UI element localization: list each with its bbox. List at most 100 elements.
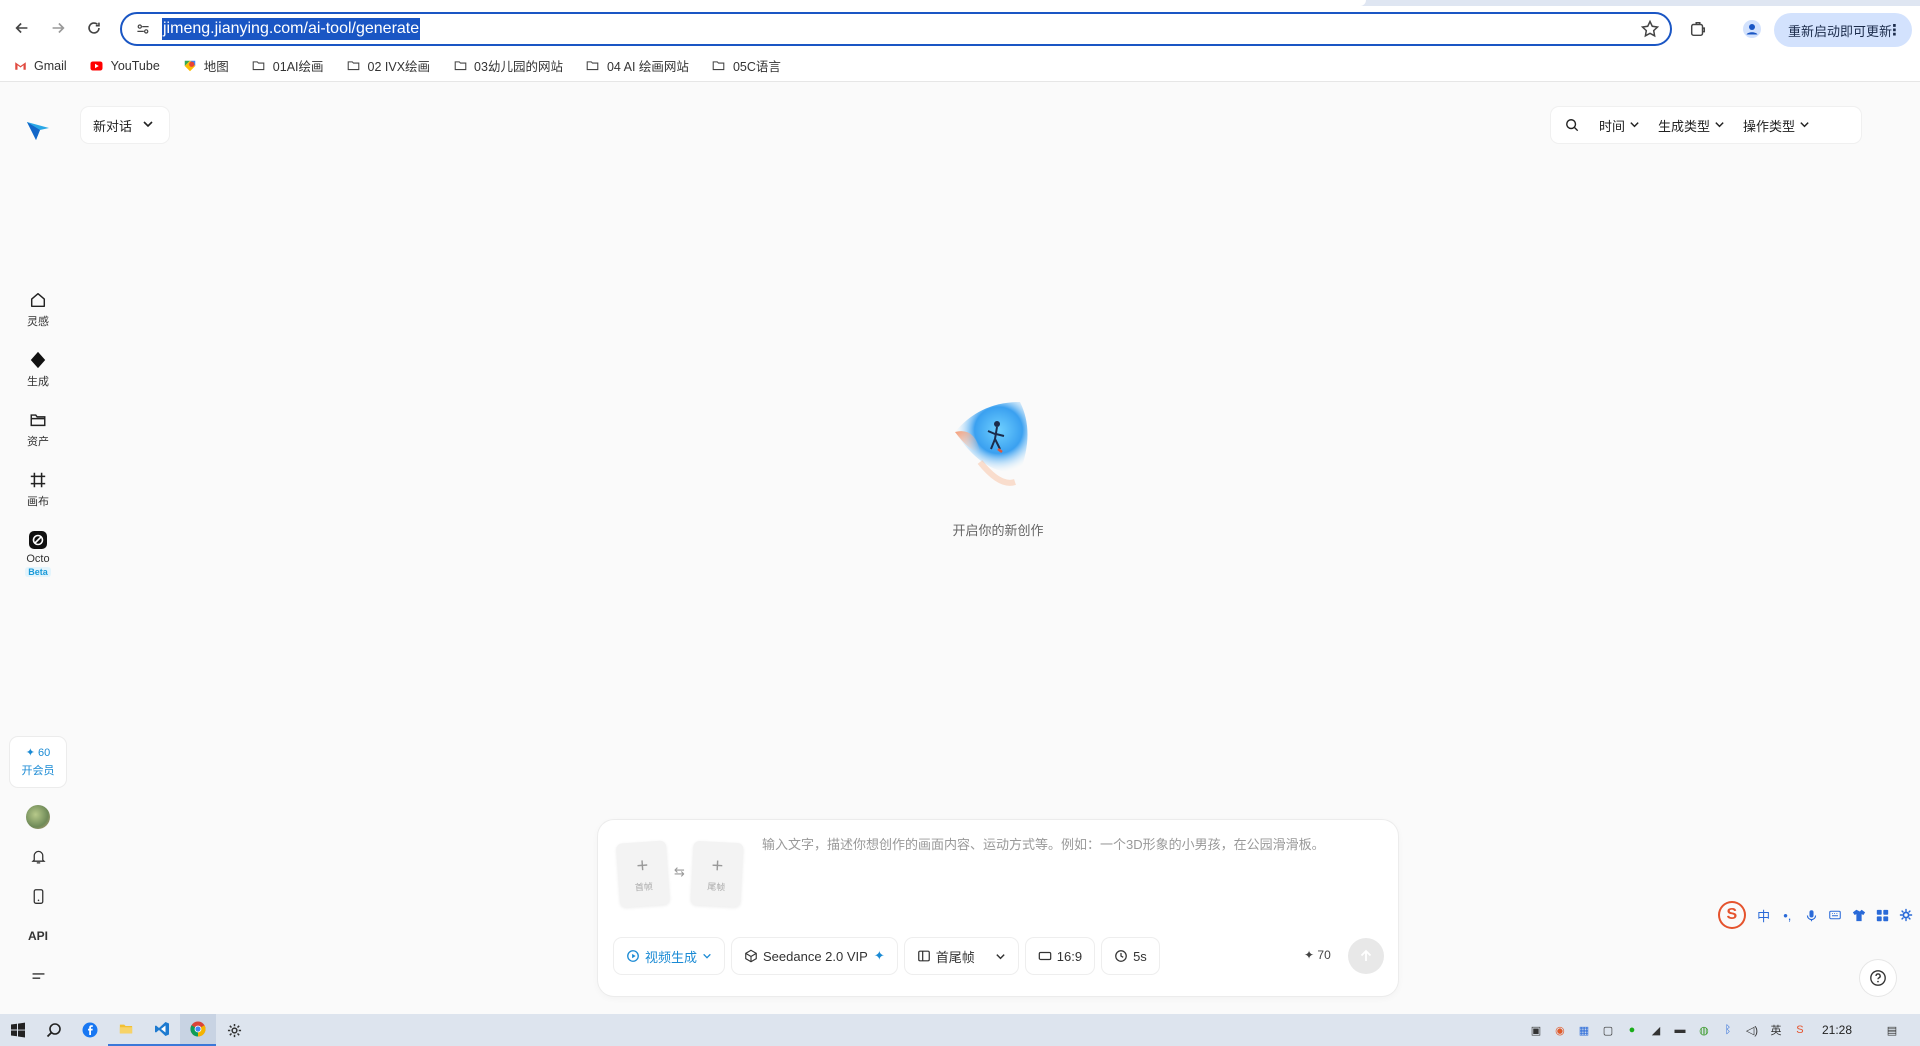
site-info-icon[interactable]: [128, 14, 158, 44]
last-frame-label: 尾帧: [707, 881, 726, 892]
filter-time[interactable]: 时间: [1599, 116, 1640, 135]
send-button[interactable]: [1348, 938, 1384, 974]
first-frame-upload[interactable]: + 首帧: [615, 840, 671, 908]
wechat-icon[interactable]: ●: [1620, 1014, 1644, 1046]
bookmark-label: 地图: [203, 60, 229, 74]
hero-caption: 开启你的新创作: [952, 523, 1044, 538]
bookmark-folder-05[interactable]: 05C语言: [711, 56, 781, 75]
chevron-down-icon: [995, 951, 1006, 962]
facebook-app-icon[interactable]: [72, 1014, 108, 1046]
api-link[interactable]: API: [26, 924, 50, 948]
folder-icon: [452, 58, 468, 74]
bookmark-label: YouTube: [110, 58, 160, 73]
volume-icon[interactable]: ◁): [1740, 1014, 1764, 1046]
back-arrow-icon: [15, 22, 28, 34]
tray-app-icon[interactable]: ▣: [1524, 1014, 1548, 1046]
vscode-icon[interactable]: [144, 1014, 180, 1046]
bookmark-label: 03幼儿园的网站: [474, 60, 563, 74]
network-icon[interactable]: ◢: [1644, 1014, 1668, 1046]
bookmark-maps[interactable]: 地图: [182, 56, 229, 75]
toolbox-icon[interactable]: [1872, 905, 1892, 925]
ratio-label: 16:9: [1056, 948, 1083, 964]
bookmark-folder-03[interactable]: 03幼儿园的网站: [452, 56, 563, 75]
tray-display-icon[interactable]: ▢: [1596, 1014, 1620, 1046]
menu-icon[interactable]: [26, 964, 50, 988]
mode-dropdown[interactable]: 视频生成: [614, 938, 725, 974]
credit-cost: ✦ 70: [1304, 948, 1331, 962]
sidebar-item-canvas[interactable]: 画布: [14, 462, 62, 522]
restart-update-button[interactable]: 重新启动即可更新 ⋮: [1774, 13, 1912, 47]
sidebar-item-generate[interactable]: 生成: [14, 342, 62, 402]
battery-icon[interactable]: ▬: [1668, 1014, 1692, 1046]
file-explorer-icon[interactable]: [108, 1014, 144, 1046]
help-button[interactable]: [1860, 960, 1896, 996]
bookmark-label: 04 AI 绘画网站: [606, 60, 689, 74]
plus-icon: +: [635, 854, 650, 877]
settings-gear-icon[interactable]: [216, 1014, 252, 1046]
bluetooth-icon[interactable]: ᛒ: [1716, 1014, 1740, 1046]
sidebar-item-octo[interactable]: Octo Beta: [14, 522, 62, 588]
frame-mode-dropdown[interactable]: 首尾帧: [904, 938, 1018, 974]
folder-icon: [251, 58, 267, 74]
avatar[interactable]: [26, 805, 50, 829]
duration-button[interactable]: 5s: [1102, 938, 1159, 974]
filter-generation-type[interactable]: 生成类型: [1658, 116, 1725, 135]
sogou-tray-icon[interactable]: S: [1788, 1014, 1812, 1046]
model-selector[interactable]: Seedance 2.0 VIP ✦: [732, 938, 897, 974]
bookmark-folder-01[interactable]: 01AI绘画: [251, 56, 324, 75]
youtube-icon: [89, 58, 105, 74]
address-bar[interactable]: jimeng.jianying.com/ai-tool/generate: [120, 12, 1672, 46]
back-button[interactable]: [4, 10, 40, 46]
bookmark-gmail[interactable]: Gmail: [12, 58, 67, 74]
prompt-composer: + 首帧 ⇆ + 尾帧 输入文字，描述你想创作的画面内容、运动方式等。例如：一个…: [598, 820, 1398, 996]
search-taskbar-icon[interactable]: [36, 1014, 72, 1046]
arrow-up-icon: [1360, 949, 1372, 961]
chrome-icon[interactable]: [180, 1014, 216, 1046]
notification-icon[interactable]: ▤: [1880, 1014, 1904, 1046]
reload-button[interactable]: [76, 10, 112, 46]
skin-icon[interactable]: [1849, 905, 1869, 925]
chevron-down-icon: [1629, 118, 1640, 133]
bookmark-folder-02[interactable]: 02 IVX绘画: [346, 56, 430, 75]
start-button[interactable]: [0, 1014, 36, 1046]
tray-color-app-icon[interactable]: ◉: [1548, 1014, 1572, 1046]
tray-green-app-icon[interactable]: ◍: [1692, 1014, 1716, 1046]
prompt-input[interactable]: 输入文字，描述你想创作的画面内容、运动方式等。例如：一个3D形象的小男孩，在公园…: [762, 834, 1325, 853]
filter-label: 时间: [1599, 118, 1626, 134]
filter-label: 生成类型: [1658, 118, 1711, 134]
sidebar-item-assets[interactable]: 资产: [14, 402, 62, 462]
windows-logo-icon: [11, 1022, 25, 1038]
new-chat-dropdown[interactable]: 新对话: [81, 107, 169, 143]
sidebar-item-inspiration[interactable]: 灵感: [14, 282, 62, 342]
search-icon[interactable]: [1555, 118, 1589, 132]
hero-illustration: [940, 392, 1060, 502]
maps-icon: [182, 58, 198, 74]
keyboard-icon[interactable]: [1825, 905, 1845, 925]
canvas-icon: [28, 470, 48, 490]
membership-button[interactable]: ✦ 60 开会员: [10, 737, 66, 787]
bell-icon[interactable]: [26, 844, 50, 868]
sogou-icon[interactable]: S: [1718, 901, 1746, 929]
bookmark-youtube[interactable]: YouTube: [89, 58, 160, 74]
tray-grid-icon[interactable]: ▦: [1572, 1014, 1596, 1046]
sidebar-item-label: 资产: [27, 436, 49, 448]
url-text[interactable]: jimeng.jianying.com/ai-tool/generate: [162, 18, 421, 40]
profile-icon[interactable]: [1735, 12, 1769, 46]
ime-language-toggle[interactable]: 中: [1754, 905, 1774, 925]
ime-tray-icon[interactable]: 英: [1764, 1014, 1788, 1046]
system-clock[interactable]: 21:28: [1822, 1023, 1852, 1037]
ime-settings-icon[interactable]: [1896, 905, 1916, 925]
jimeng-logo-icon[interactable]: [24, 116, 52, 144]
bookmark-star-icon[interactable]: [1640, 19, 1660, 39]
filter-operation-type[interactable]: 操作类型: [1743, 116, 1810, 135]
bookmark-folder-04[interactable]: 04 AI 绘画网站: [585, 56, 689, 75]
forward-button[interactable]: [40, 10, 76, 46]
last-frame-upload[interactable]: + 尾帧: [690, 840, 744, 908]
aspect-ratio-button[interactable]: 16:9: [1025, 938, 1095, 974]
punctuation-icon[interactable]: •,: [1777, 905, 1797, 925]
frame-mode-label: 首尾帧: [935, 949, 975, 965]
mobile-app-icon[interactable]: [26, 884, 50, 908]
microphone-icon[interactable]: [1801, 905, 1821, 925]
extensions-icon[interactable]: [1681, 12, 1715, 46]
swap-frames-icon[interactable]: ⇆: [674, 864, 685, 880]
